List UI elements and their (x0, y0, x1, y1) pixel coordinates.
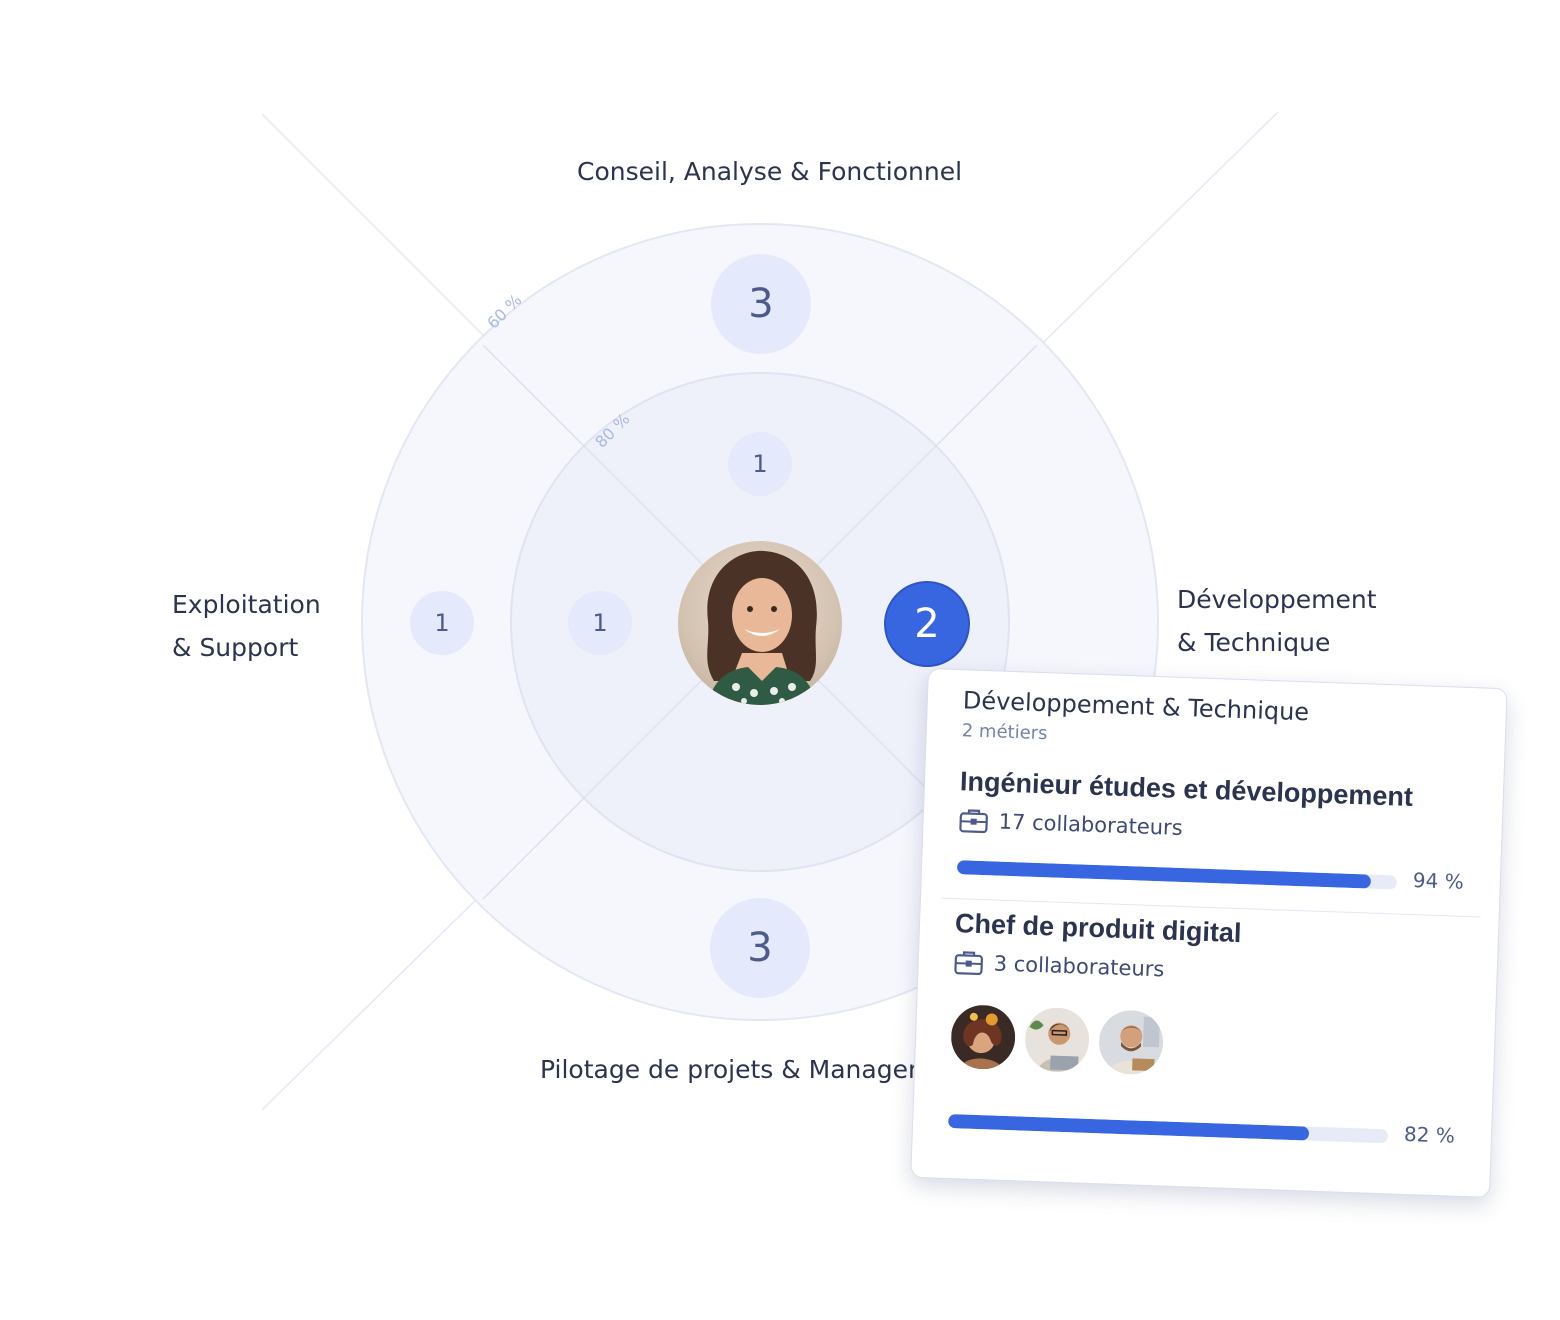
job-progress: 82 % (947, 1106, 1459, 1154)
progress-fill (956, 860, 1371, 889)
progress-percent: 82 % (1403, 1121, 1456, 1148)
person-portrait-icon (707, 550, 817, 705)
category-developpement-line2: & Technique (1177, 628, 1331, 657)
collaborator-avatar[interactable] (1097, 1009, 1165, 1076)
job-title: Ingénieur études et développement (959, 766, 1414, 812)
avatar (678, 541, 842, 705)
category-conseil: Conseil, Analyse & Fonctionnel (577, 157, 963, 186)
category-exploitation-line2: & Support (172, 633, 299, 662)
job-item[interactable]: Ingénieur études et développement 17 col… (956, 766, 1470, 894)
category-detail-card: Développement & Technique 2 métiers Ingé… (910, 668, 1508, 1198)
count-bubble-top-outer[interactable]: 3 (711, 254, 811, 354)
collaborator-avatar[interactable] (950, 1004, 1017, 1071)
progress-percent: 94 % (1412, 868, 1465, 894)
job-collaborators: 17 collaborateurs (958, 807, 1469, 851)
card-title: Développement & Technique (962, 686, 1310, 727)
category-exploitation-line1: Exploitation (172, 590, 321, 619)
category-developpement: Développement & Technique (1177, 578, 1377, 664)
card-subtitle: 2 métiers (961, 720, 1048, 745)
collaborator-avatars (950, 1004, 1174, 1076)
job-item[interactable]: Chef de produit digital 3 collaborateurs (947, 908, 1465, 1148)
job-collaborators: 3 collaborateurs (953, 949, 1464, 993)
progress-fill (947, 1113, 1310, 1141)
collaborator-avatar[interactable] (1024, 1006, 1091, 1073)
count-bubble-right-active[interactable]: 2 (884, 581, 970, 667)
category-pilotage: Pilotage de projets & Manager (540, 1055, 919, 1084)
category-developpement-line1: Développement (1177, 585, 1377, 614)
job-title: Chef de produit digital (954, 908, 1242, 949)
category-exploitation: Exploitation & Support (172, 583, 321, 669)
count-bubble-left-inner[interactable]: 1 (568, 591, 632, 655)
count-bubble-top-inner[interactable]: 1 (728, 432, 792, 496)
briefcase-icon (954, 951, 983, 976)
count-bubble-bottom-outer[interactable]: 3 (710, 898, 810, 998)
competency-radar: 60 % 80 % Conseil, Analyse & Fonctionnel… (0, 0, 1560, 1320)
briefcase-icon (959, 809, 988, 834)
job-progress: 94 % (956, 852, 1468, 900)
progress-track (956, 860, 1398, 890)
count-bubble-left-outer[interactable]: 1 (410, 591, 474, 655)
progress-track (947, 1113, 1389, 1144)
job-collaborators-count: 3 collaborateurs (993, 951, 1165, 982)
job-collaborators-count: 17 collaborateurs (998, 809, 1184, 840)
